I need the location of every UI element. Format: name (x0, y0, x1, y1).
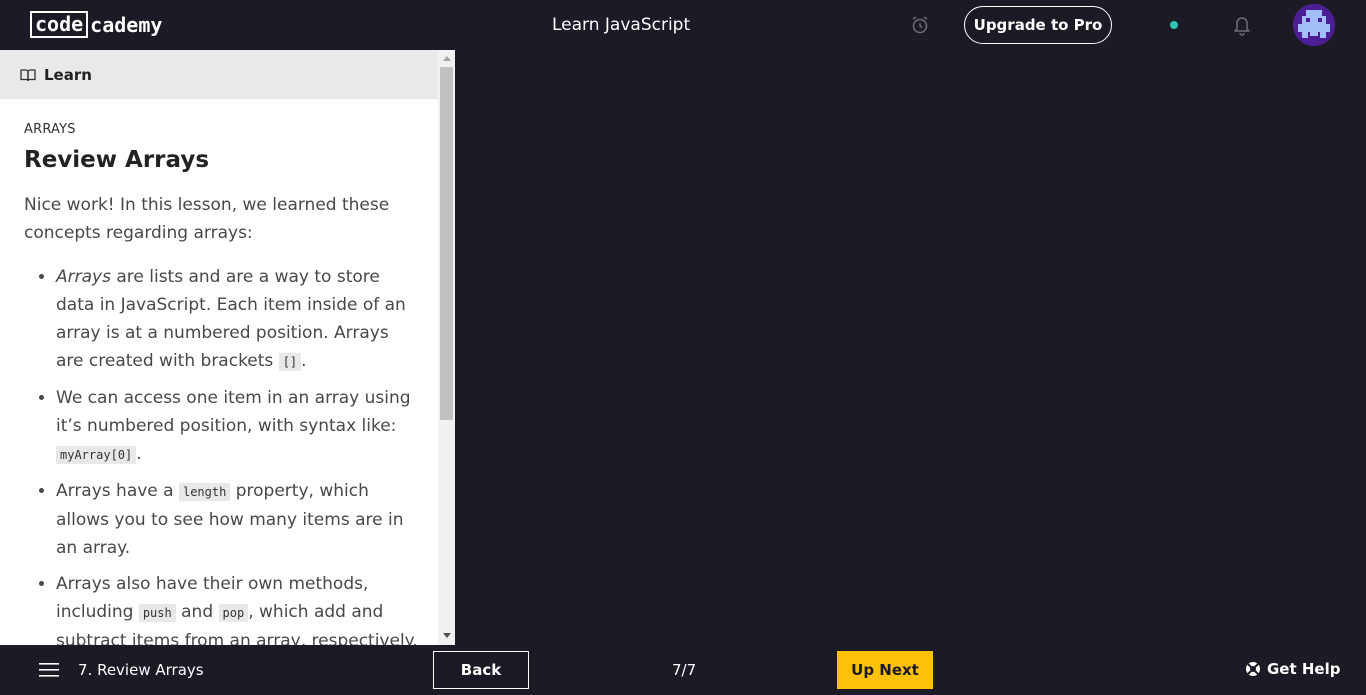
list-text: Arrays have a (56, 481, 179, 501)
get-help-label: Get Help (1267, 660, 1341, 678)
alarm-icon[interactable] (910, 15, 930, 35)
list-text: . (301, 351, 307, 371)
progress-counter: 7/7 (672, 661, 697, 679)
up-next-button[interactable]: Up Next (837, 651, 933, 689)
menu-icon[interactable] (39, 662, 59, 678)
get-help-button[interactable]: Get Help (1245, 660, 1340, 678)
book-icon (20, 68, 36, 81)
logo-cademy: cademy (90, 12, 163, 37)
list-text: . (136, 444, 142, 464)
list-item: Arrays have a length property, which all… (56, 477, 419, 562)
inline-code: length (178, 483, 231, 501)
top-bar: code cademy Learn JavaScript Upgrade to P… (0, 0, 1366, 50)
summary-list: Arrays are lists and are a way to store … (24, 263, 419, 645)
online-status-dot (1170, 21, 1178, 29)
lesson-content: ARRAYS Review Arrays Nice work! In this … (24, 122, 419, 645)
emphasis-text: Arrays (56, 267, 111, 287)
bottom-bar: 7. Review Arrays Back 7/7 Up Next Get He… (0, 645, 1366, 695)
scroll-up-arrow-icon[interactable] (443, 56, 451, 61)
scrollbar-thumb[interactable] (440, 67, 453, 420)
tab-learn[interactable]: Learn (0, 50, 438, 99)
tab-learn-label: Learn (44, 65, 92, 84)
lesson-nav-label[interactable]: 7. Review Arrays (78, 661, 204, 679)
list-item: Arrays also have their own methods, incl… (56, 570, 419, 645)
lesson-title: Review Arrays (24, 147, 210, 173)
upgrade-button[interactable]: Upgrade to Pro (964, 6, 1112, 44)
codecademy-logo[interactable]: code cademy (30, 11, 162, 38)
avatar-pixel-icon (1293, 4, 1335, 46)
list-text: We can access one item in an array using… (56, 388, 411, 436)
logo-code: code (30, 11, 89, 38)
list-item: We can access one item in an array using… (56, 384, 419, 469)
list-item: Arrays are lists and are a way to store … (56, 263, 419, 376)
lifebuoy-icon (1246, 662, 1260, 676)
inline-code: myArray[0] (56, 446, 137, 464)
back-button[interactable]: Back (433, 651, 529, 689)
inline-code: pop (218, 604, 249, 622)
avatar[interactable] (1293, 4, 1335, 46)
inline-code: [] (278, 353, 302, 371)
lesson-intro: Nice work! In this lesson, we learned th… (24, 195, 390, 243)
list-text: and (175, 602, 219, 622)
scroll-down-arrow-icon[interactable] (443, 633, 451, 638)
section-label: ARRAYS (24, 122, 76, 137)
inline-code: push (138, 604, 176, 622)
lesson-panel: Learn ARRAYS Review Arrays Nice work! In… (0, 50, 455, 645)
course-title: Learn JavaScript (552, 15, 691, 35)
bell-icon[interactable] (1232, 14, 1252, 36)
